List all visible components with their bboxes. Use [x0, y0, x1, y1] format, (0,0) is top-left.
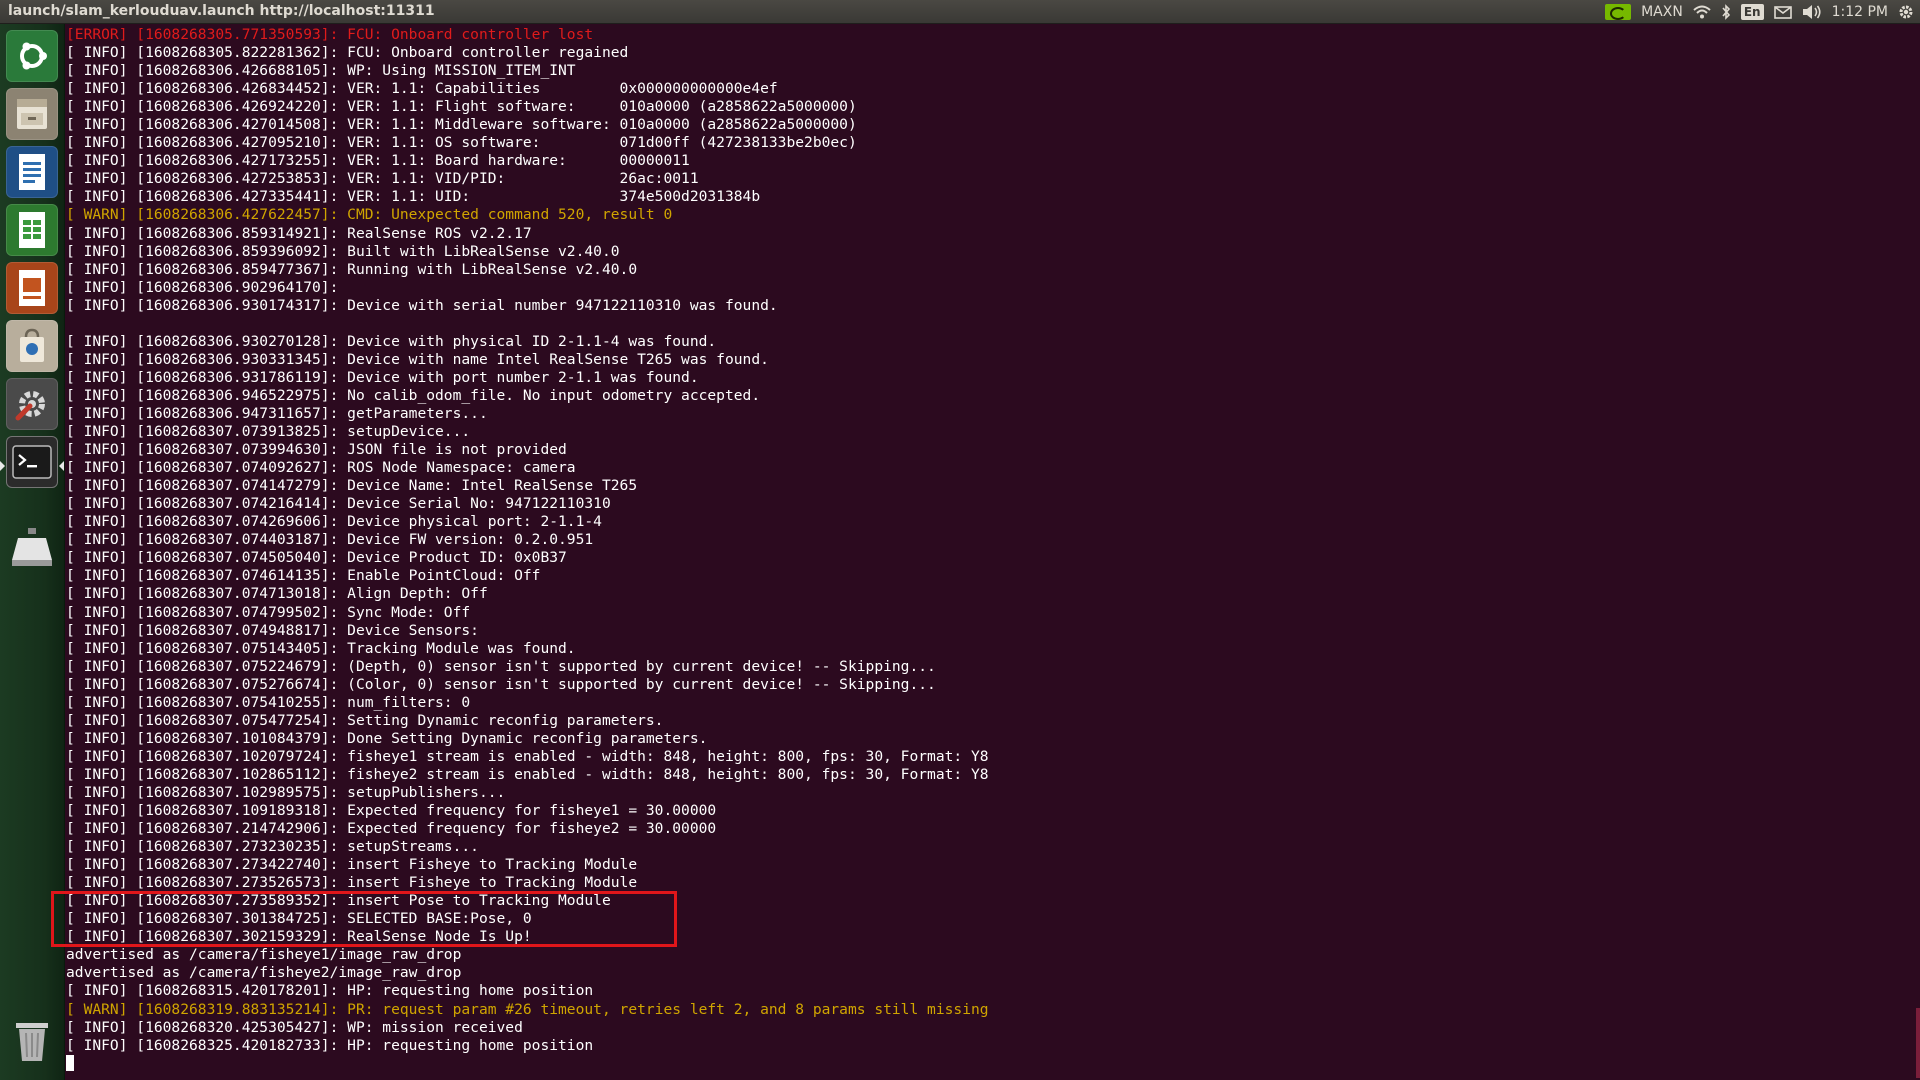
terminal-line: [ INFO] [1608268307.075276674]: (Color, … [66, 675, 936, 693]
document-icon [14, 152, 50, 192]
terminal-line: [ INFO] [1608268306.426924220]: VER: 1.1… [66, 98, 857, 116]
terminal-line: [ INFO] [1608268307.273526573]: insert F… [66, 874, 638, 892]
terminal-line: [ INFO] [1608268307.102989575]: setupPub… [66, 783, 506, 801]
scrollbar[interactable] [1916, 1008, 1920, 1078]
terminal-line: [ INFO] [1608268307.273422740]: insert F… [66, 856, 638, 874]
launcher-software[interactable] [6, 320, 58, 372]
presentation-icon [14, 268, 50, 308]
clock[interactable]: 1:12 PM [1832, 0, 1888, 24]
terminal-line: [ INFO] [1608268305.822281362]: FCU: Onb… [66, 44, 629, 62]
terminal-line: [ INFO] [1608268307.074403187]: Device F… [66, 531, 594, 549]
system-tray: MAXN En 1:12 PM [1605, 0, 1914, 24]
terminal-icon [12, 445, 52, 479]
terminal-line: [ INFO] [1608268306.859396092]: Built wi… [66, 242, 620, 260]
terminal-line: [ INFO] [1608268306.427335441]: VER: 1.1… [66, 188, 761, 206]
terminal-line: [ INFO] [1608268307.074092627]: ROS Node… [66, 459, 576, 477]
terminal-line: [ INFO] [1608268320.425305427]: WP: miss… [66, 1018, 523, 1036]
terminal-line: [ INFO] [1608268306.902964170]: [66, 278, 339, 296]
active-indicator-left [0, 461, 5, 471]
launcher-drive[interactable] [6, 522, 58, 574]
terminal-line: [ INFO] [1608268307.074614135]: Enable P… [66, 567, 541, 585]
terminal-line: [ INFO] [1608268306.426834452]: VER: 1.1… [66, 80, 778, 98]
terminal-line: [ INFO] [1608268307.075224679]: (Depth, … [66, 657, 936, 675]
nvidia-icon[interactable] [1605, 0, 1632, 24]
terminal-line: [ INFO] [1608268306.931786119]: Device w… [66, 368, 699, 386]
launcher-calc[interactable] [6, 204, 58, 256]
terminal-line: [ INFO] [1608268306.930174317]: Device w… [66, 296, 778, 314]
terminal-line: [ INFO] [1608268306.427095210]: VER: 1.1… [66, 134, 857, 152]
terminal-line: [ INFO] [1608268307.074269606]: Device p… [66, 513, 602, 531]
terminal-line: [ INFO] [1608268307.075410255]: num_filt… [66, 693, 471, 711]
wifi-icon[interactable] [1693, 0, 1711, 24]
terminal-line: [ INFO] [1608268307.074799502]: Sync Mod… [66, 603, 471, 621]
terminal-line: [ INFO] [1608268307.074147279]: Device N… [66, 477, 638, 495]
active-indicator-right [59, 461, 64, 471]
launcher-settings[interactable] [6, 378, 58, 430]
terminal-line: [ INFO] [1608268306.426688105]: WP: Usin… [66, 62, 576, 80]
terminal-line: [ INFO] [1608268307.102865112]: fisheye2… [66, 765, 989, 783]
terminal-line: [ INFO] [1608268306.859477367]: Running … [66, 260, 638, 278]
terminal-line: [ INFO] [1608268307.075477254]: Setting … [66, 711, 664, 729]
window-title: launch/slam_kerlouduav.launch http://loc… [8, 3, 435, 19]
trash-icon [12, 1017, 52, 1063]
mail-icon[interactable] [1773, 0, 1792, 24]
terminal-line: [ INFO] [1608268306.947311657]: getParam… [66, 404, 488, 422]
terminal-line: advertised as /camera/fisheye1/image_raw… [66, 946, 462, 964]
launcher-writer[interactable] [6, 146, 58, 198]
terminal-line: [ WARN] [1608268319.883135214]: PR: requ… [66, 1000, 989, 1018]
terminal-line: [ INFO] [1608268307.075143405]: Tracking… [66, 639, 576, 657]
text-cursor [66, 1054, 74, 1071]
ubuntu-logo-icon [14, 38, 50, 74]
terminal-line: [ INFO] [1608268307.074216414]: Device S… [66, 495, 611, 513]
terminal-line: [ INFO] [1608268307.073913825]: setupDev… [66, 423, 471, 441]
terminal-line: [ INFO] [1608268307.273230235]: setupStr… [66, 838, 479, 856]
shopping-bag-icon [14, 327, 50, 365]
launcher-dash-home[interactable] [6, 30, 58, 82]
keyboard-icon[interactable]: En [1740, 0, 1764, 24]
terminal-line: [ INFO] [1608268325.420182733]: HP: requ… [66, 1036, 594, 1054]
terminal-line: [ INFO] [1608268315.420178201]: HP: requ… [66, 982, 594, 1000]
terminal-line: [ INFO] [1608268307.074948817]: Device S… [66, 621, 479, 639]
terminal-line: [ INFO] [1608268306.946522975]: No calib… [66, 386, 761, 404]
terminal-line: [ WARN] [1608268306.427622457]: CMD: Une… [66, 206, 673, 224]
terminal-line: [ INFO] [1608268306.930270128]: Device w… [66, 332, 717, 350]
power-mode-label[interactable]: MAXN [1641, 0, 1683, 24]
launcher-trash[interactable] [6, 1014, 58, 1066]
terminal-line: [ INFO] [1608268307.214742906]: Expected… [66, 820, 717, 838]
terminal-line: [ INFO] [1608268306.930331345]: Device w… [66, 350, 769, 368]
terminal-line: [ INFO] [1608268307.074713018]: Align De… [66, 585, 488, 603]
top-panel: launch/slam_kerlouduav.launch http://loc… [0, 0, 1920, 24]
terminal-line: [ INFO] [1608268306.859314921]: RealSens… [66, 224, 532, 242]
launcher-files[interactable] [6, 88, 58, 140]
terminal-line: advertised as /camera/fisheye2/image_raw… [66, 964, 462, 982]
terminal-line: [ INFO] [1608268306.427014508]: VER: 1.1… [66, 116, 857, 134]
drive-icon [10, 528, 54, 568]
keyboard-layout-label: En [1740, 4, 1764, 20]
file-cabinet-icon [13, 95, 51, 133]
gear-icon[interactable] [1898, 0, 1914, 24]
terminal-line: [ INFO] [1608268306.427173255]: VER: 1.1… [66, 152, 690, 170]
terminal-line: [ INFO] [1608268307.102079724]: fisheye1… [66, 747, 989, 765]
settings-icon [12, 384, 52, 424]
launcher-impress[interactable] [6, 262, 58, 314]
launcher-terminal[interactable] [6, 436, 58, 488]
highlight-annotation [51, 891, 677, 947]
terminal-line: [ INFO] [1608268307.109189318]: Expected… [66, 802, 717, 820]
prompt-line[interactable] [66, 1054, 1916, 1073]
terminal-line: [ INFO] [1608268307.074505040]: Device P… [66, 549, 567, 567]
terminal-line: [ERROR] [1608268305.771350593]: FCU: Onb… [66, 26, 594, 43]
terminal-line: [ INFO] [1608268307.073994630]: JSON fil… [66, 441, 567, 459]
spreadsheet-icon [14, 210, 50, 250]
terminal-line: [ INFO] [1608268306.427253853]: VER: 1.1… [66, 170, 699, 188]
bluetooth-icon[interactable] [1721, 0, 1731, 24]
volume-icon[interactable] [1802, 0, 1822, 24]
terminal-line: [ INFO] [1608268307.101084379]: Done Set… [66, 729, 708, 747]
